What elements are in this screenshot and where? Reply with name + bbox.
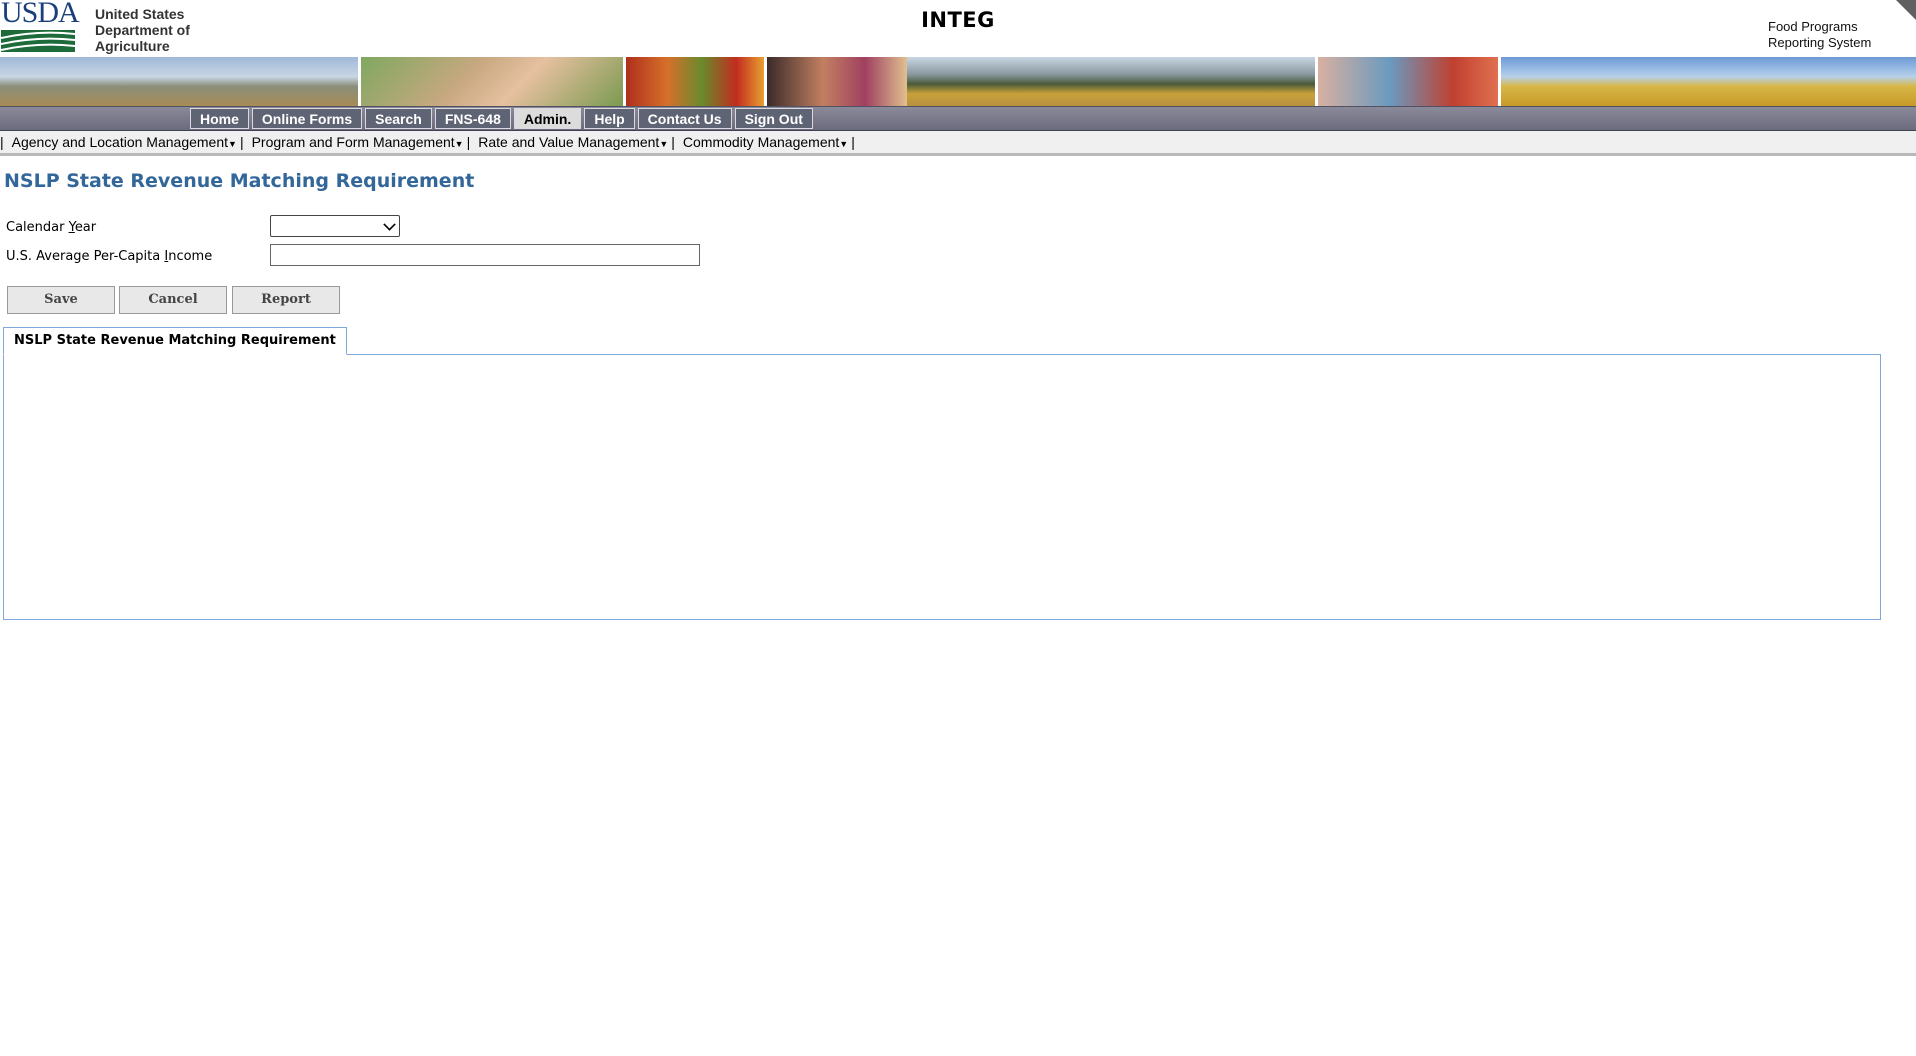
system-name: Food Programs Reporting System bbox=[1768, 19, 1871, 51]
label-text: ear bbox=[74, 220, 97, 235]
subnav-program-form-menu[interactable]: Program and Form Management▼ bbox=[244, 134, 467, 150]
usda-field-icon bbox=[1, 30, 75, 52]
subnav-separator: | bbox=[851, 134, 855, 150]
corner-decoration bbox=[1896, 0, 1916, 20]
report-button[interactable]: Report bbox=[232, 286, 340, 314]
subnav-item-label: Program and Form Management bbox=[251, 134, 455, 150]
nav-admin-button[interactable]: Admin. bbox=[513, 108, 582, 129]
save-button[interactable]: Save bbox=[7, 286, 115, 314]
main-nav: Home Online Forms Search FNS-648 Admin. … bbox=[0, 106, 1916, 131]
income-input[interactable] bbox=[270, 244, 700, 266]
banner-photo bbox=[361, 57, 623, 106]
banner-photo bbox=[626, 57, 764, 106]
cancel-button[interactable]: Cancel bbox=[119, 286, 227, 314]
tab-panel bbox=[3, 354, 1881, 620]
chevron-down-icon bbox=[383, 218, 396, 231]
subnav-rate-value-menu[interactable]: Rate and Value Management▼ bbox=[470, 134, 671, 150]
nav-contact-us-button[interactable]: Contact Us bbox=[637, 108, 732, 129]
nav-help-button[interactable]: Help bbox=[584, 108, 635, 129]
app-title: INTEG bbox=[921, 8, 995, 32]
subnav-commodity-menu[interactable]: Commodity Management▼ bbox=[675, 134, 851, 150]
photo-banner bbox=[0, 57, 1916, 106]
subnav-item-label: Agency and Location Management bbox=[11, 134, 229, 150]
banner-photo bbox=[907, 57, 1315, 106]
label-text: U.S. Average Per-Capita bbox=[6, 249, 165, 264]
label-text: ncome bbox=[168, 249, 213, 264]
department-line: Agriculture bbox=[95, 38, 170, 54]
tab-matching-requirement[interactable]: NSLP State Revenue Matching Requirement bbox=[3, 327, 347, 355]
main-nav-items: Home Online Forms Search FNS-648 Admin. … bbox=[190, 107, 816, 130]
page-title: NSLP State Revenue Matching Requirement bbox=[4, 170, 475, 192]
header: USDA United States Department of Agricul… bbox=[0, 0, 1916, 57]
nav-home-button[interactable]: Home bbox=[190, 108, 249, 129]
label-text: Calendar bbox=[6, 220, 69, 235]
income-label: U.S. Average Per-Capita Income bbox=[6, 249, 212, 264]
caret-down-icon: ▼ bbox=[839, 139, 849, 149]
banner-photo bbox=[767, 57, 907, 106]
subnav-item-label: Rate and Value Management bbox=[478, 134, 660, 150]
system-name-line: Food Programs bbox=[1768, 19, 1858, 34]
caret-down-icon: ▼ bbox=[454, 139, 464, 149]
calendar-year-label: Calendar Year bbox=[6, 220, 96, 235]
nav-fns648-button[interactable]: FNS-648 bbox=[434, 108, 511, 129]
caret-down-icon: ▼ bbox=[228, 139, 237, 149]
banner-photo bbox=[1501, 57, 1916, 106]
admin-subnav: | Agency and Location Management▼ | Prog… bbox=[0, 131, 1916, 156]
caret-down-icon: ▼ bbox=[659, 139, 669, 149]
nav-search-button[interactable]: Search bbox=[365, 108, 432, 129]
banner-photo bbox=[0, 57, 358, 106]
banner-photo bbox=[1318, 57, 1498, 106]
matching-requirement-form: Calendar Year U.S. Average Per-Capita In… bbox=[0, 192, 1916, 322]
subnav-item-label: Commodity Management bbox=[682, 134, 840, 150]
system-name-line: Reporting System bbox=[1768, 35, 1872, 50]
subnav-agency-location-menu[interactable]: Agency and Location Management▼ bbox=[4, 134, 240, 150]
calendar-year-select[interactable] bbox=[270, 215, 400, 237]
nav-online-forms-button[interactable]: Online Forms bbox=[251, 108, 363, 129]
nav-sign-out-button[interactable]: Sign Out bbox=[734, 108, 813, 129]
